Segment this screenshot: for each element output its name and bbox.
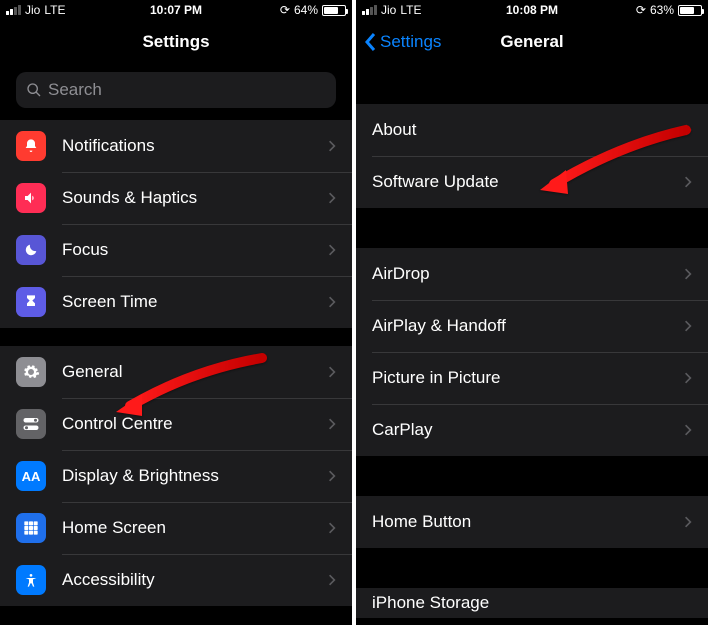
page-title: Settings [142, 32, 209, 52]
row-controlcentre[interactable]: Control Centre [0, 398, 352, 450]
chevron-right-icon [328, 139, 336, 153]
aa-icon: AA [16, 461, 46, 491]
status-bar: Jio LTE 10:07 PM ⟳ 64% [0, 0, 352, 20]
row-label: Home Screen [62, 518, 328, 538]
chevron-right-icon [328, 521, 336, 535]
status-bar: Jio LTE 10:08 PM ⟳ 63% [356, 0, 708, 20]
row-about[interactable]: About [356, 104, 708, 156]
grid-icon [16, 513, 46, 543]
chevron-right-icon [328, 573, 336, 587]
row-label: AirDrop [372, 264, 684, 284]
settings-group-2: General Control Centre AA Display & Brig… [0, 346, 352, 606]
row-airdrop[interactable]: AirDrop [356, 248, 708, 300]
battery-icon [678, 5, 702, 16]
general-group-4: iPhone Storage [356, 588, 708, 618]
row-label: Picture in Picture [372, 368, 684, 388]
chevron-right-icon [684, 319, 692, 333]
row-label: Display & Brightness [62, 466, 328, 486]
battery-percent: 64% [294, 3, 318, 17]
row-pip[interactable]: Picture in Picture [356, 352, 708, 404]
row-label: AirPlay & Handoff [372, 316, 684, 336]
chevron-right-icon [684, 123, 692, 137]
row-focus[interactable]: Focus [0, 224, 352, 276]
row-label: CarPlay [372, 420, 684, 440]
rotation-lock-icon: ⟳ [280, 3, 290, 17]
chevron-right-icon [684, 267, 692, 281]
network-label: LTE [400, 3, 421, 17]
row-label: General [62, 362, 328, 382]
settings-screen: Jio LTE 10:07 PM ⟳ 64% Settings Search N… [0, 0, 352, 625]
speaker-icon [16, 183, 46, 213]
row-label: Screen Time [62, 292, 328, 312]
row-airplay[interactable]: AirPlay & Handoff [356, 300, 708, 352]
row-label: iPhone Storage [372, 593, 692, 613]
accessibility-icon [16, 565, 46, 595]
hourglass-icon [16, 287, 46, 317]
carrier-label: Jio [25, 3, 40, 17]
row-home-button[interactable]: Home Button [356, 496, 708, 548]
chevron-right-icon [684, 175, 692, 189]
chevron-right-icon [684, 515, 692, 529]
nav-header: Settings General [356, 20, 708, 64]
row-sounds[interactable]: Sounds & Haptics [0, 172, 352, 224]
general-group-3: Home Button [356, 496, 708, 548]
row-label: Software Update [372, 172, 684, 192]
network-label: LTE [44, 3, 65, 17]
chevron-right-icon [328, 191, 336, 205]
row-label: Sounds & Haptics [62, 188, 328, 208]
row-carplay[interactable]: CarPlay [356, 404, 708, 456]
status-time: 10:07 PM [150, 3, 202, 17]
search-placeholder: Search [48, 80, 102, 100]
search-icon [26, 82, 42, 98]
chevron-left-icon [364, 32, 376, 52]
row-homescreen[interactable]: Home Screen [0, 502, 352, 554]
general-group-1: About Software Update [356, 104, 708, 208]
chevron-right-icon [328, 469, 336, 483]
row-screentime[interactable]: Screen Time [0, 276, 352, 328]
back-button[interactable]: Settings [364, 32, 441, 52]
chevron-right-icon [328, 243, 336, 257]
nav-header: Settings [0, 20, 352, 64]
toggles-icon [16, 409, 46, 439]
row-notifications[interactable]: Notifications [0, 120, 352, 172]
row-label: Focus [62, 240, 328, 260]
chevron-right-icon [684, 423, 692, 437]
row-label: Control Centre [62, 414, 328, 434]
battery-icon [322, 5, 346, 16]
row-label: Accessibility [62, 570, 328, 590]
chevron-right-icon [684, 371, 692, 385]
bell-icon [16, 131, 46, 161]
chevron-right-icon [328, 417, 336, 431]
settings-group-1: Notifications Sounds & Haptics Focus Scr… [0, 120, 352, 328]
page-title: General [500, 32, 563, 52]
signal-icon [6, 5, 21, 15]
row-label: About [372, 120, 684, 140]
back-label: Settings [380, 32, 441, 52]
status-time: 10:08 PM [506, 3, 558, 17]
general-group-2: AirDrop AirPlay & Handoff Picture in Pic… [356, 248, 708, 456]
row-label: Notifications [62, 136, 328, 156]
gear-icon [16, 357, 46, 387]
row-general[interactable]: General [0, 346, 352, 398]
row-software-update[interactable]: Software Update [356, 156, 708, 208]
battery-percent: 63% [650, 3, 674, 17]
chevron-right-icon [328, 295, 336, 309]
signal-icon [362, 5, 377, 15]
row-display[interactable]: AA Display & Brightness [0, 450, 352, 502]
row-storage[interactable]: iPhone Storage [356, 588, 708, 618]
moon-icon [16, 235, 46, 265]
general-screen: Jio LTE 10:08 PM ⟳ 63% Settings General … [356, 0, 708, 625]
rotation-lock-icon: ⟳ [636, 3, 646, 17]
row-label: Home Button [372, 512, 684, 532]
chevron-right-icon [328, 365, 336, 379]
row-accessibility[interactable]: Accessibility [0, 554, 352, 606]
carrier-label: Jio [381, 3, 396, 17]
search-input[interactable]: Search [16, 72, 336, 108]
